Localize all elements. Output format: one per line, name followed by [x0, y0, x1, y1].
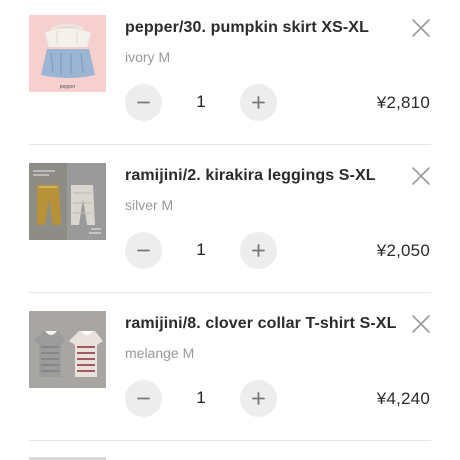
remove-item-button[interactable]: [410, 17, 432, 39]
item-price: ¥4,240: [376, 389, 430, 408]
product-thumbnail[interactable]: pepper: [29, 15, 106, 92]
product-variant: ivory M: [125, 49, 171, 65]
cart-item: ramijini/8. clover collar T-shirt S-XL m…: [0, 296, 460, 444]
remove-item-button[interactable]: [410, 165, 432, 187]
remove-item-button[interactable]: [410, 313, 432, 335]
quantity-value: 1: [196, 92, 206, 111]
product-thumbnail[interactable]: [29, 311, 106, 388]
decrease-quantity-button[interactable]: [125, 84, 162, 121]
quantity-value: 1: [196, 240, 206, 259]
product-title[interactable]: ramijini/2. kirakira leggings S-XL: [125, 167, 376, 185]
minus-icon: [137, 249, 150, 252]
minus-icon: [137, 101, 150, 104]
close-icon: [412, 167, 430, 185]
leggings-photo-icon: [29, 163, 106, 240]
product-title[interactable]: pepper/30. pumpkin skirt XS-XL: [125, 19, 369, 37]
plus-icon: [252, 244, 265, 257]
increase-quantity-button[interactable]: [240, 84, 277, 121]
minus-icon: [137, 397, 150, 400]
product-thumbnail[interactable]: [29, 163, 106, 240]
divider: [29, 144, 431, 145]
item-price: ¥2,810: [376, 93, 430, 112]
product-variant: silver M: [125, 197, 174, 213]
divider: [29, 440, 431, 441]
decrease-quantity-button[interactable]: [125, 380, 162, 417]
close-icon: [412, 315, 430, 333]
close-icon: [412, 19, 430, 37]
product-title[interactable]: ramijini/8. clover collar T-shirt S-XL: [125, 315, 396, 333]
increase-quantity-button[interactable]: [240, 232, 277, 269]
cart-item: pepper pepper/30. pumpkin skirt XS-XL iv…: [0, 0, 460, 148]
thumbnail-caption: pepper: [59, 84, 76, 90]
product-variant: melange M: [125, 345, 195, 361]
tshirt-photo-icon: [29, 311, 106, 388]
item-price: ¥2,050: [376, 241, 430, 260]
cart-item: ramijini/2. kirakira leggings S-XL silve…: [0, 148, 460, 296]
divider: [29, 292, 431, 293]
skirt-photo-icon: [29, 15, 106, 92]
increase-quantity-button[interactable]: [240, 380, 277, 417]
plus-icon: [252, 392, 265, 405]
decrease-quantity-button[interactable]: [125, 232, 162, 269]
plus-icon: [252, 96, 265, 109]
quantity-value: 1: [196, 388, 206, 407]
